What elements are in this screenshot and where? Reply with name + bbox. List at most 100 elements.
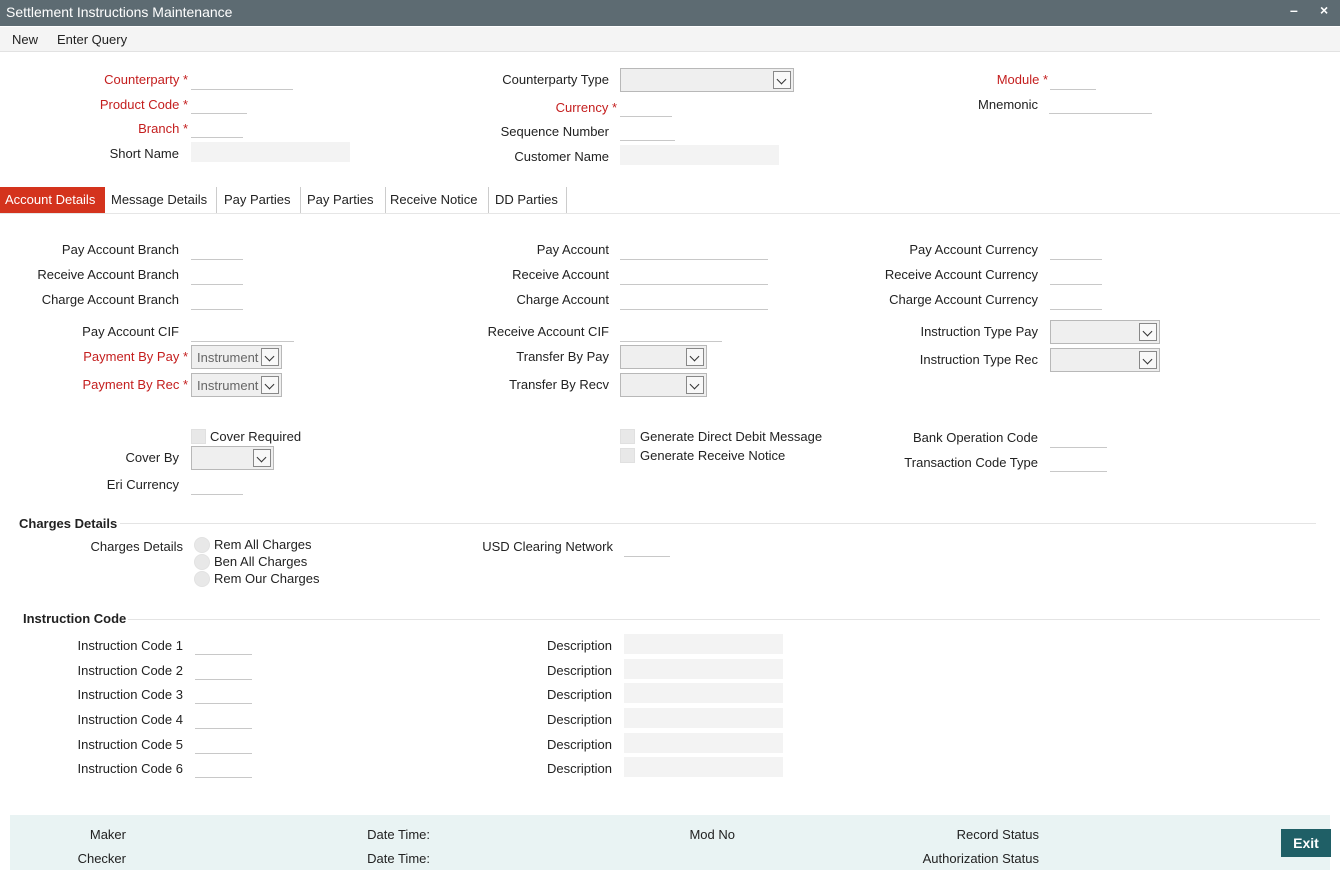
receive-account-field[interactable]	[620, 265, 768, 285]
mod-no-label: Mod No	[689, 827, 735, 842]
tab-receive-notice[interactable]: Receive Notice	[385, 187, 489, 213]
rem-our-charges-label: Rem Our Charges	[214, 571, 320, 586]
maker-date-time-label: Date Time:	[367, 827, 430, 842]
payment-by-rec-select[interactable]: Instrument	[191, 373, 282, 397]
title-bar: Settlement Instructions Maintenance – ×	[0, 0, 1340, 26]
instruction-code-5-label: Instruction Code 5	[77, 737, 183, 752]
instruction-type-rec-select[interactable]	[1050, 348, 1160, 372]
description-1-label: Description	[546, 638, 612, 653]
transfer-by-pay-select[interactable]	[620, 345, 707, 369]
pay-account-field[interactable]	[620, 240, 768, 260]
module-field[interactable]	[1050, 70, 1096, 90]
checker-label: Checker	[77, 851, 126, 866]
tab-pay-parties-2[interactable]: Pay Parties	[302, 187, 386, 213]
short-name-label: Short Name	[109, 146, 179, 161]
sequence-number-field[interactable]	[620, 121, 675, 141]
pay-account-cif-field[interactable]	[191, 322, 294, 342]
counterparty-label: Counterparty	[20, 72, 188, 87]
charge-account-branch-label: Charge Account Branch	[41, 292, 179, 307]
payment-by-rec-label: Payment By Rec	[10, 377, 188, 392]
receive-account-label: Receive Account	[512, 267, 609, 282]
instruction-code-6-field[interactable]	[195, 758, 252, 778]
minimize-icon[interactable]: –	[1290, 2, 1298, 18]
bank-operation-code-field[interactable]	[1050, 428, 1107, 448]
pay-account-cif-label: Pay Account CIF	[82, 324, 179, 339]
pay-account-currency-label: Pay Account Currency	[909, 242, 1038, 257]
exit-button[interactable]: Exit	[1281, 829, 1331, 857]
pay-account-currency-field[interactable]	[1050, 240, 1102, 260]
charge-account-field[interactable]	[620, 290, 768, 310]
counterparty-type-label: Counterparty Type	[502, 72, 609, 87]
cover-by-select[interactable]	[191, 446, 274, 470]
tab-dd-parties[interactable]: DD Parties	[490, 187, 567, 213]
cover-required-checkbox[interactable]	[191, 429, 206, 444]
new-button[interactable]: New	[12, 32, 38, 47]
tab-message-details[interactable]: Message Details	[106, 187, 217, 213]
rem-all-charges-radio[interactable]	[194, 537, 210, 553]
chevron-down-icon	[1139, 323, 1157, 341]
pay-account-branch-field[interactable]	[191, 240, 243, 260]
enter-query-button[interactable]: Enter Query	[57, 32, 127, 47]
module-label: Module	[880, 72, 1048, 87]
instruction-code-2-field[interactable]	[195, 660, 252, 680]
authorization-status-label: Authorization Status	[922, 851, 1039, 866]
generate-dd-message-checkbox[interactable]	[620, 429, 635, 444]
transfer-by-recv-select[interactable]	[620, 373, 707, 397]
instruction-type-pay-label: Instruction Type Pay	[920, 324, 1038, 339]
receive-account-currency-field[interactable]	[1050, 265, 1102, 285]
instruction-code-1-field[interactable]	[195, 635, 252, 655]
tab-pay-parties[interactable]: Pay Parties	[219, 187, 301, 213]
rem-all-charges-label: Rem All Charges	[214, 537, 312, 552]
transfer-by-recv-label: Transfer By Recv	[509, 377, 609, 392]
instruction-code-4-field[interactable]	[195, 709, 252, 729]
receive-account-currency-label: Receive Account Currency	[884, 267, 1038, 282]
instruction-code-3-field[interactable]	[195, 684, 252, 704]
ben-all-charges-radio[interactable]	[194, 554, 210, 570]
charge-account-currency-field[interactable]	[1050, 290, 1102, 310]
description-6-field	[624, 757, 783, 777]
charges-details-label: Charges Details	[90, 539, 184, 554]
receive-account-cif-field[interactable]	[620, 322, 722, 342]
payment-by-pay-value: Instrument	[197, 350, 259, 365]
generate-receive-notice-checkbox[interactable]	[620, 448, 635, 463]
maker-label: Maker	[89, 827, 126, 842]
pay-account-label: Pay Account	[536, 242, 609, 257]
description-3-field	[624, 683, 783, 703]
charge-account-currency-label: Charge Account Currency	[889, 292, 1038, 307]
chevron-down-icon	[261, 376, 279, 394]
instruction-type-pay-select[interactable]	[1050, 320, 1160, 344]
mnemonic-label: Mnemonic	[978, 97, 1038, 112]
payment-by-pay-select[interactable]: Instrument	[191, 345, 282, 369]
eri-currency-label: Eri Currency	[106, 477, 179, 492]
charge-account-branch-field[interactable]	[191, 290, 243, 310]
customer-name-label: Customer Name	[514, 149, 609, 164]
customer-name-field	[620, 145, 779, 165]
counterparty-type-select[interactable]	[620, 68, 794, 92]
payment-by-rec-value: Instrument	[197, 378, 259, 393]
usd-clearing-network-field[interactable]	[624, 537, 670, 557]
chevron-down-icon	[773, 71, 791, 89]
branch-field[interactable]	[191, 118, 243, 138]
audit-footer	[10, 815, 1330, 870]
transaction-code-type-field[interactable]	[1050, 452, 1107, 472]
description-1-field	[624, 634, 783, 654]
mnemonic-field[interactable]	[1049, 94, 1152, 114]
chevron-down-icon	[261, 348, 279, 366]
receive-account-branch-field[interactable]	[191, 265, 243, 285]
cover-by-label: Cover By	[125, 450, 179, 465]
transfer-by-pay-label: Transfer By Pay	[516, 349, 609, 364]
instruction-code-1-label: Instruction Code 1	[77, 638, 183, 653]
currency-field[interactable]	[620, 97, 672, 117]
product-code-field[interactable]	[191, 94, 247, 114]
instruction-code-6-label: Instruction Code 6	[77, 761, 183, 776]
cover-required-label: Cover Required	[210, 429, 302, 444]
counterparty-field[interactable]	[191, 70, 293, 90]
rem-our-charges-radio[interactable]	[194, 571, 210, 587]
eri-currency-field[interactable]	[191, 475, 243, 495]
tab-account-details[interactable]: Account Details	[0, 187, 105, 213]
description-3-label: Description	[546, 687, 612, 702]
chevron-down-icon	[253, 449, 271, 467]
close-icon[interactable]: ×	[1320, 2, 1328, 18]
description-6-label: Description	[546, 761, 612, 776]
instruction-code-5-field[interactable]	[195, 734, 252, 754]
